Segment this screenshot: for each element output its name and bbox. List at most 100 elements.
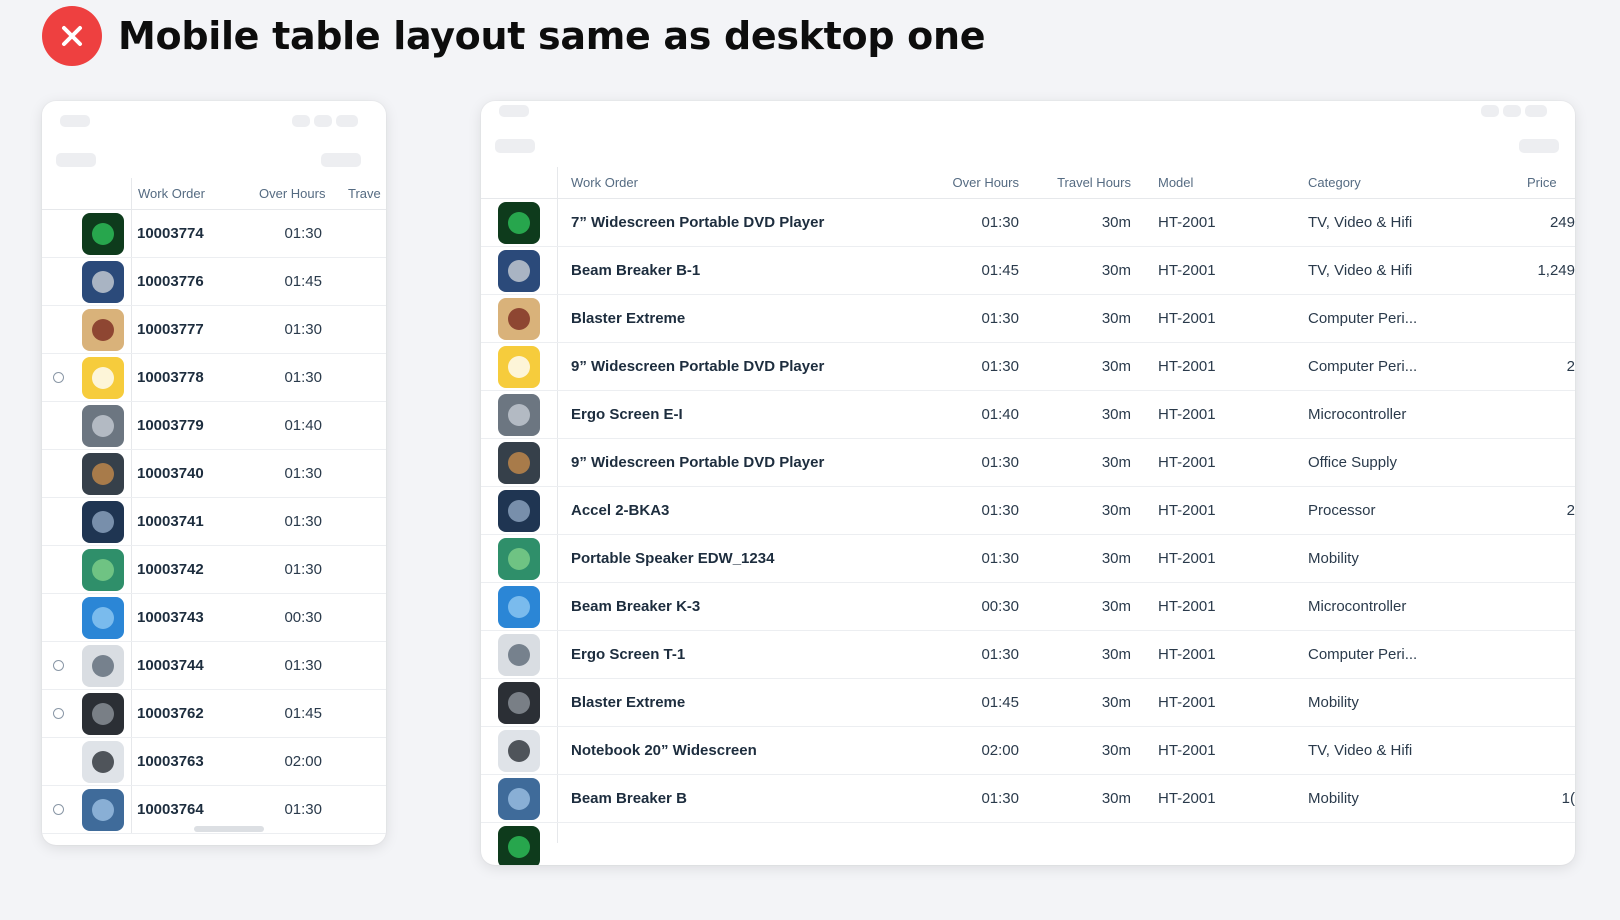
thumbnail-detail	[508, 356, 530, 378]
table-row[interactable]: 10003778 01:30	[42, 354, 386, 402]
table-row[interactable]: 10003779 01:40	[42, 402, 386, 450]
work-order-name: 9” Widescreen Portable DVD Player	[571, 454, 825, 471]
model-value: HT-2001	[1158, 214, 1216, 231]
table-row[interactable]: 10003743 00:30	[42, 594, 386, 642]
product-thumbnail	[82, 693, 124, 735]
table-row[interactable]: Ergo Screen E-I 01:40 30m HT-2001 Microcontr…	[481, 391, 1575, 439]
category-value: Microcontroller	[1308, 598, 1407, 615]
row-selector-icon[interactable]	[53, 372, 64, 383]
thumbnail-detail	[508, 212, 530, 234]
table-row[interactable]: 9” Widescreen Portable DVD Player 01:30 30…	[481, 439, 1575, 487]
work-order-id: 10003777	[137, 321, 204, 338]
table-row[interactable]: Beam Breaker B-1 01:45 30m HT-2001 TV, Video…	[481, 247, 1575, 295]
model-value: HT-2001	[1158, 310, 1216, 327]
column-header-work-order[interactable]: Work Order	[571, 167, 638, 198]
toolbar-placeholder	[56, 153, 96, 167]
model-value: HT-2001	[1158, 598, 1216, 615]
column-header-category[interactable]: Category	[1308, 167, 1361, 198]
column-header-over-hours[interactable]: Over Hours	[259, 178, 325, 209]
travel-hours-value: 30m	[1101, 406, 1131, 423]
toolbar-placeholder	[1503, 105, 1521, 117]
price-value	[1481, 391, 1575, 438]
product-thumbnail	[498, 442, 540, 484]
toolbar-placeholder	[314, 115, 332, 127]
table-row[interactable]: 10003763 02:00	[42, 738, 386, 786]
toolbar-placeholder	[1481, 105, 1499, 117]
column-header-model[interactable]: Model	[1158, 167, 1193, 198]
row-selector-icon[interactable]	[53, 708, 64, 719]
thumbnail-detail	[508, 692, 530, 714]
product-thumbnail	[82, 645, 124, 687]
model-value: HT-2001	[1158, 694, 1216, 711]
price-value	[1481, 727, 1575, 774]
row-selector-icon[interactable]	[53, 804, 64, 815]
over-hours-value: 01:30	[981, 550, 1019, 567]
table-row[interactable]	[481, 823, 1575, 865]
row-selector-icon[interactable]	[53, 660, 64, 671]
work-order-name: Ergo Screen E-I	[571, 406, 683, 423]
work-order-id: 10003778	[137, 369, 204, 386]
product-thumbnail	[498, 394, 540, 436]
product-thumbnail	[498, 634, 540, 676]
table-row[interactable]: 9” Widescreen Portable DVD Player 01:30 30…	[481, 343, 1575, 391]
product-thumbnail	[498, 586, 540, 628]
table-row[interactable]: 10003744 01:30	[42, 642, 386, 690]
table-row[interactable]: Accel 2-BKA3 01:30 30m HT-2001 Processor 2	[481, 487, 1575, 535]
table-row[interactable]: Beam Breaker K-3 00:30 30m HT-2001 Microcont…	[481, 583, 1575, 631]
table-row[interactable]: Ergo Screen T-1 01:30 30m HT-2001 Computer P…	[481, 631, 1575, 679]
table-row[interactable]: 10003740 01:30	[42, 450, 386, 498]
table-row[interactable]: Notebook 20” Widescreen 02:00 30m HT-2001 TV…	[481, 727, 1575, 775]
work-order-name: Beam Breaker B	[571, 790, 687, 807]
work-order-name: Beam Breaker B-1	[571, 262, 701, 279]
thumbnail-detail	[92, 607, 114, 629]
travel-hours-value: 30m	[1101, 310, 1131, 327]
table-row[interactable]: 10003776 01:45	[42, 258, 386, 306]
thumbnail-detail	[92, 799, 114, 821]
over-hours-value: 01:45	[284, 273, 322, 290]
product-thumbnail	[498, 346, 540, 388]
table-row[interactable]: Beam Breaker B 01:30 30m HT-2001 Mobility 1(	[481, 775, 1575, 823]
table-row[interactable]: 10003774 01:30	[42, 210, 386, 258]
thumbnail-detail	[92, 367, 114, 389]
work-order-name: Accel 2-BKA3	[571, 502, 670, 519]
work-order-id: 10003742	[137, 561, 204, 578]
toolbar-placeholder	[495, 139, 535, 153]
work-order-name: Portable Speaker EDW_1234	[571, 550, 775, 567]
thumbnail-detail	[92, 751, 114, 773]
table-row[interactable]: 10003741 01:30	[42, 498, 386, 546]
toolbar-placeholder	[1525, 105, 1547, 117]
table-row[interactable]: Blaster Extreme 01:45 30m HT-2001 Mobility	[481, 679, 1575, 727]
over-hours-value: 01:30	[981, 214, 1019, 231]
work-order-name: Notebook 20” Widescreen	[571, 742, 757, 759]
table-row[interactable]: 10003777 01:30	[42, 306, 386, 354]
over-hours-value: 01:30	[981, 454, 1019, 471]
table-row[interactable]: 10003762 01:45	[42, 690, 386, 738]
table-row[interactable]: Portable Speaker EDW_1234 01:30 30m HT-2001…	[481, 535, 1575, 583]
over-hours-value: 00:30	[284, 609, 322, 626]
column-header-work-order[interactable]: Work Order	[138, 178, 205, 209]
travel-hours-value: 30m	[1101, 598, 1131, 615]
desktop-table: Work Order Over Hours Travel Hours Model…	[481, 167, 1575, 865]
over-hours-value: 01:30	[284, 225, 322, 242]
table-header: Work Order Over Hours Travel Hours Model…	[481, 167, 1575, 199]
over-hours-value: 02:00	[284, 753, 322, 770]
price-value	[1481, 295, 1575, 342]
work-order-name: Blaster Extreme	[571, 310, 686, 327]
column-header-over-hours[interactable]: Over Hours	[921, 167, 1019, 198]
column-header-travel-hours[interactable]: Trave	[348, 178, 381, 209]
horizontal-scrollbar[interactable]	[194, 826, 264, 832]
table-row[interactable]: 7” Widescreen Portable DVD Player 01:30 30…	[481, 199, 1575, 247]
thumbnail-detail	[508, 548, 530, 570]
price-value	[1481, 439, 1575, 486]
table-row[interactable]: Blaster Extreme 01:30 30m HT-2001 Computer P…	[481, 295, 1575, 343]
thumbnail-detail	[92, 655, 114, 677]
column-header-travel-hours[interactable]: Travel Hours	[1031, 167, 1131, 198]
travel-hours-value: 30m	[1101, 502, 1131, 519]
category-value: Computer Peri...	[1308, 310, 1418, 327]
table-row[interactable]: 10003742 01:30	[42, 546, 386, 594]
over-hours-value: 01:30	[284, 657, 322, 674]
travel-hours-value: 30m	[1101, 694, 1131, 711]
product-thumbnail	[82, 261, 124, 303]
column-header-price[interactable]: Price	[1527, 167, 1557, 198]
model-value: HT-2001	[1158, 406, 1216, 423]
